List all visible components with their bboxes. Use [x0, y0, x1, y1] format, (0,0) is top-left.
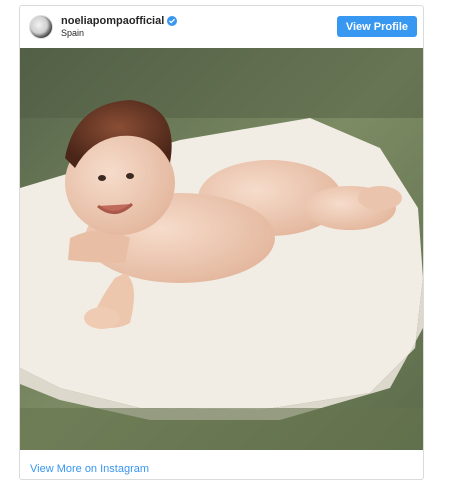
- view-profile-button[interactable]: View Profile: [336, 16, 417, 37]
- location-label[interactable]: Spain: [61, 28, 177, 39]
- post-footer: View More on Instagram: [20, 450, 423, 479]
- instagram-embed: noeliapompaofficial Spain View Profile V…: [19, 5, 424, 480]
- view-more-link[interactable]: View More on Instagram: [30, 463, 149, 475]
- post-photo[interactable]: [20, 48, 423, 450]
- baby-photo-image: [20, 48, 423, 450]
- username-link[interactable]: noeliapompaofficial: [61, 15, 164, 27]
- post-header: noeliapompaofficial Spain View Profile: [20, 6, 423, 48]
- avatar[interactable]: [29, 15, 53, 39]
- user-row: noeliapompaofficial: [61, 15, 178, 27]
- verified-badge-icon: [167, 16, 178, 27]
- post-meta: noeliapompaofficial Spain: [61, 15, 178, 39]
